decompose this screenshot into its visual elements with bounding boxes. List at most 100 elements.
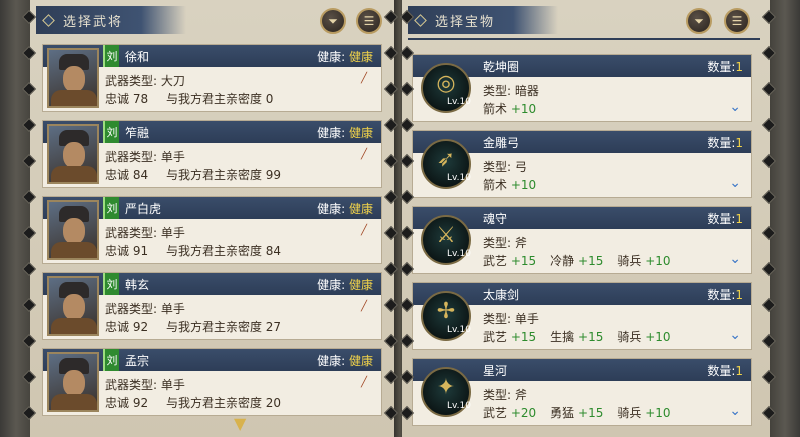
general-name: 韩玄 — [125, 278, 150, 292]
health-label: 健康: — [317, 354, 346, 368]
loyalty-value: 84 — [132, 168, 149, 182]
type-value: 弓 — [514, 160, 527, 174]
treasure-icon: ➶ Lv.10 — [421, 139, 471, 189]
quantity-label: 数量: — [707, 364, 736, 378]
chevron-down-icon[interactable]: ⌄ — [729, 251, 741, 267]
stat-bonus: +10 — [510, 102, 537, 116]
stat-name: 骑兵 — [617, 406, 642, 420]
treasures-panel-header: 选择宝物 — [408, 6, 558, 34]
list-icon: ☰ — [731, 14, 743, 28]
stat-item: 骑兵 +10 — [617, 328, 670, 345]
treasure-type-row: 类型: 弓 — [483, 158, 527, 175]
health-label: 健康: — [317, 126, 346, 140]
general-card[interactable]: 刘 徐和 健康: 健康 武器类型: 大刀 ╱ 忠诚 78 与我方君主亲密度 0 — [42, 44, 382, 112]
health-status: 健康: 健康 — [317, 276, 373, 293]
intimacy-value: 20 — [265, 396, 282, 410]
weapon-type-value: 大刀 — [160, 74, 185, 88]
weapon-icon: ╱ — [361, 149, 368, 160]
loyalty-label: 忠诚 — [105, 396, 130, 410]
loyalty-value: 78 — [132, 92, 149, 106]
weapon-icon: ╱ — [361, 377, 368, 388]
filter-button[interactable]: ⏷ — [320, 8, 346, 34]
loyalty-label: 忠诚 — [105, 244, 130, 258]
quantity-value: 1 — [735, 60, 743, 74]
type-value: 单手 — [514, 312, 539, 326]
general-name: 徐和 — [125, 50, 150, 64]
general-portrait — [47, 124, 99, 184]
treasure-quantity: 数量:1 — [707, 58, 743, 75]
stat-name: 武艺 — [483, 406, 508, 420]
weapon-type-row: 武器类型: 大刀 — [105, 72, 185, 89]
chevron-down-icon[interactable]: ⌄ — [729, 175, 741, 191]
quantity-label: 数量: — [707, 288, 736, 302]
stat-item: 武艺 +15 — [483, 328, 536, 345]
treasure-card[interactable]: ✦ Lv.10 星河 数量:1 类型: 斧 武艺 +20 勇猛 +15 骑兵 +10… — [412, 358, 752, 426]
weapon-type-label: 武器类型: — [105, 150, 158, 164]
treasure-stats: 箭术 +10 — [483, 176, 550, 193]
type-value: 斧 — [514, 388, 527, 402]
faction-badge: 刘 — [103, 45, 119, 67]
stat-name: 冷静 — [550, 254, 575, 268]
treasure-card[interactable]: ⚔ Lv.10 魂守 数量:1 类型: 斧 武艺 +15 冷静 +15 骑兵 +10… — [412, 206, 752, 274]
stat-name: 箭术 — [483, 178, 508, 192]
stat-item: 箭术 +10 — [483, 100, 536, 117]
health-value: 健康 — [348, 278, 373, 292]
faction-badge: 刘 — [103, 273, 119, 295]
loyalty-value: 92 — [132, 320, 149, 334]
weapon-type-value: 单手 — [160, 226, 185, 240]
health-status: 健康: 健康 — [317, 48, 373, 65]
quantity-value: 1 — [735, 212, 743, 226]
stat-bonus: +15 — [510, 254, 537, 268]
general-card[interactable]: 刘 韩玄 健康: 健康 武器类型: 单手 ╱ 忠诚 92 与我方君主亲密度 27 — [42, 272, 382, 340]
loyalty-row: 忠诚 92 与我方君主亲密度 27 — [105, 318, 281, 335]
stat-name: 生擒 — [550, 330, 575, 344]
health-value: 健康 — [348, 126, 373, 140]
treasure-name: 星河 — [483, 364, 508, 378]
general-card[interactable]: 刘 孟宗 健康: 健康 武器类型: 单手 ╱ 忠诚 92 与我方君主亲密度 20 — [42, 348, 382, 416]
treasure-icon: ⚔ Lv.10 — [421, 215, 471, 265]
treasure-icon: ✢ Lv.10 — [421, 291, 471, 341]
general-portrait — [47, 200, 99, 260]
faction-badge: 刘 — [103, 197, 119, 219]
general-card[interactable]: 刘 严白虎 健康: 健康 武器类型: 单手 ╱ 忠诚 91 与我方君主亲密度 8… — [42, 196, 382, 264]
treasure-card[interactable]: ➶ Lv.10 金雕弓 数量:1 类型: 弓 箭术 +10 ⌄ — [412, 130, 752, 198]
treasure-stats: 武艺 +20 勇猛 +15 骑兵 +10 — [483, 404, 685, 421]
scroll-down-icon[interactable]: ▼ — [234, 414, 254, 433]
chevron-down-icon[interactable]: ⌄ — [729, 99, 741, 115]
stat-name: 勇猛 — [550, 406, 575, 420]
faction-badge: 刘 — [103, 349, 119, 371]
stat-item: 骑兵 +10 — [617, 404, 670, 421]
treasure-card[interactable]: ◎ Lv.10 乾坤圈 数量:1 类型: 暗器 箭术 +10 ⌄ — [412, 54, 752, 122]
health-status: 健康: 健康 — [317, 124, 373, 141]
general-name: 孟宗 — [125, 354, 150, 368]
filter-button[interactable]: ⏷ — [686, 8, 712, 34]
generals-panel-title: 选择武将 — [63, 14, 124, 30]
stat-name: 箭术 — [483, 102, 508, 116]
stat-item: 生擒 +15 — [550, 328, 603, 345]
list-button[interactable]: ☰ — [724, 8, 750, 34]
stat-item: 冷静 +15 — [550, 252, 603, 269]
list-icon: ☰ — [363, 14, 375, 28]
health-value: 健康 — [348, 354, 373, 368]
general-card[interactable]: 刘 笮融 健康: 健康 武器类型: 单手 ╱ 忠诚 84 与我方君主亲密度 99 — [42, 120, 382, 188]
loyalty-label: 忠诚 — [105, 320, 130, 334]
diamond-icon — [42, 13, 55, 27]
filter-icon: ⏷ — [694, 13, 704, 28]
generals-panel: 选择武将 ⏷ ☰ 刘 徐和 健康: 健康 武器类型: 大刀 ╱ 忠诚 78 与我… — [30, 0, 394, 437]
treasure-card[interactable]: ✢ Lv.10 太康剑 数量:1 类型: 单手 武艺 +15 生擒 +15 骑兵 +… — [412, 282, 752, 350]
faction-badge: 刘 — [103, 121, 119, 143]
type-label: 类型: — [483, 84, 512, 98]
health-value: 健康 — [348, 50, 373, 64]
chevron-down-icon[interactable]: ⌄ — [729, 403, 741, 419]
intimacy-value: 27 — [265, 320, 282, 334]
stat-item: 箭术 +10 — [483, 176, 536, 193]
treasure-name: 太康剑 — [483, 288, 520, 302]
weapon-icon: ╱ — [361, 301, 368, 312]
treasure-glyph-icon: ✦ — [436, 375, 456, 400]
stat-bonus: +10 — [645, 330, 671, 344]
treasure-type-row: 类型: 暗器 — [483, 82, 539, 99]
chevron-down-icon[interactable]: ⌄ — [729, 327, 741, 343]
list-button[interactable]: ☰ — [356, 8, 382, 34]
loyalty-label: 忠诚 — [105, 168, 130, 182]
treasure-quantity: 数量:1 — [707, 134, 743, 151]
